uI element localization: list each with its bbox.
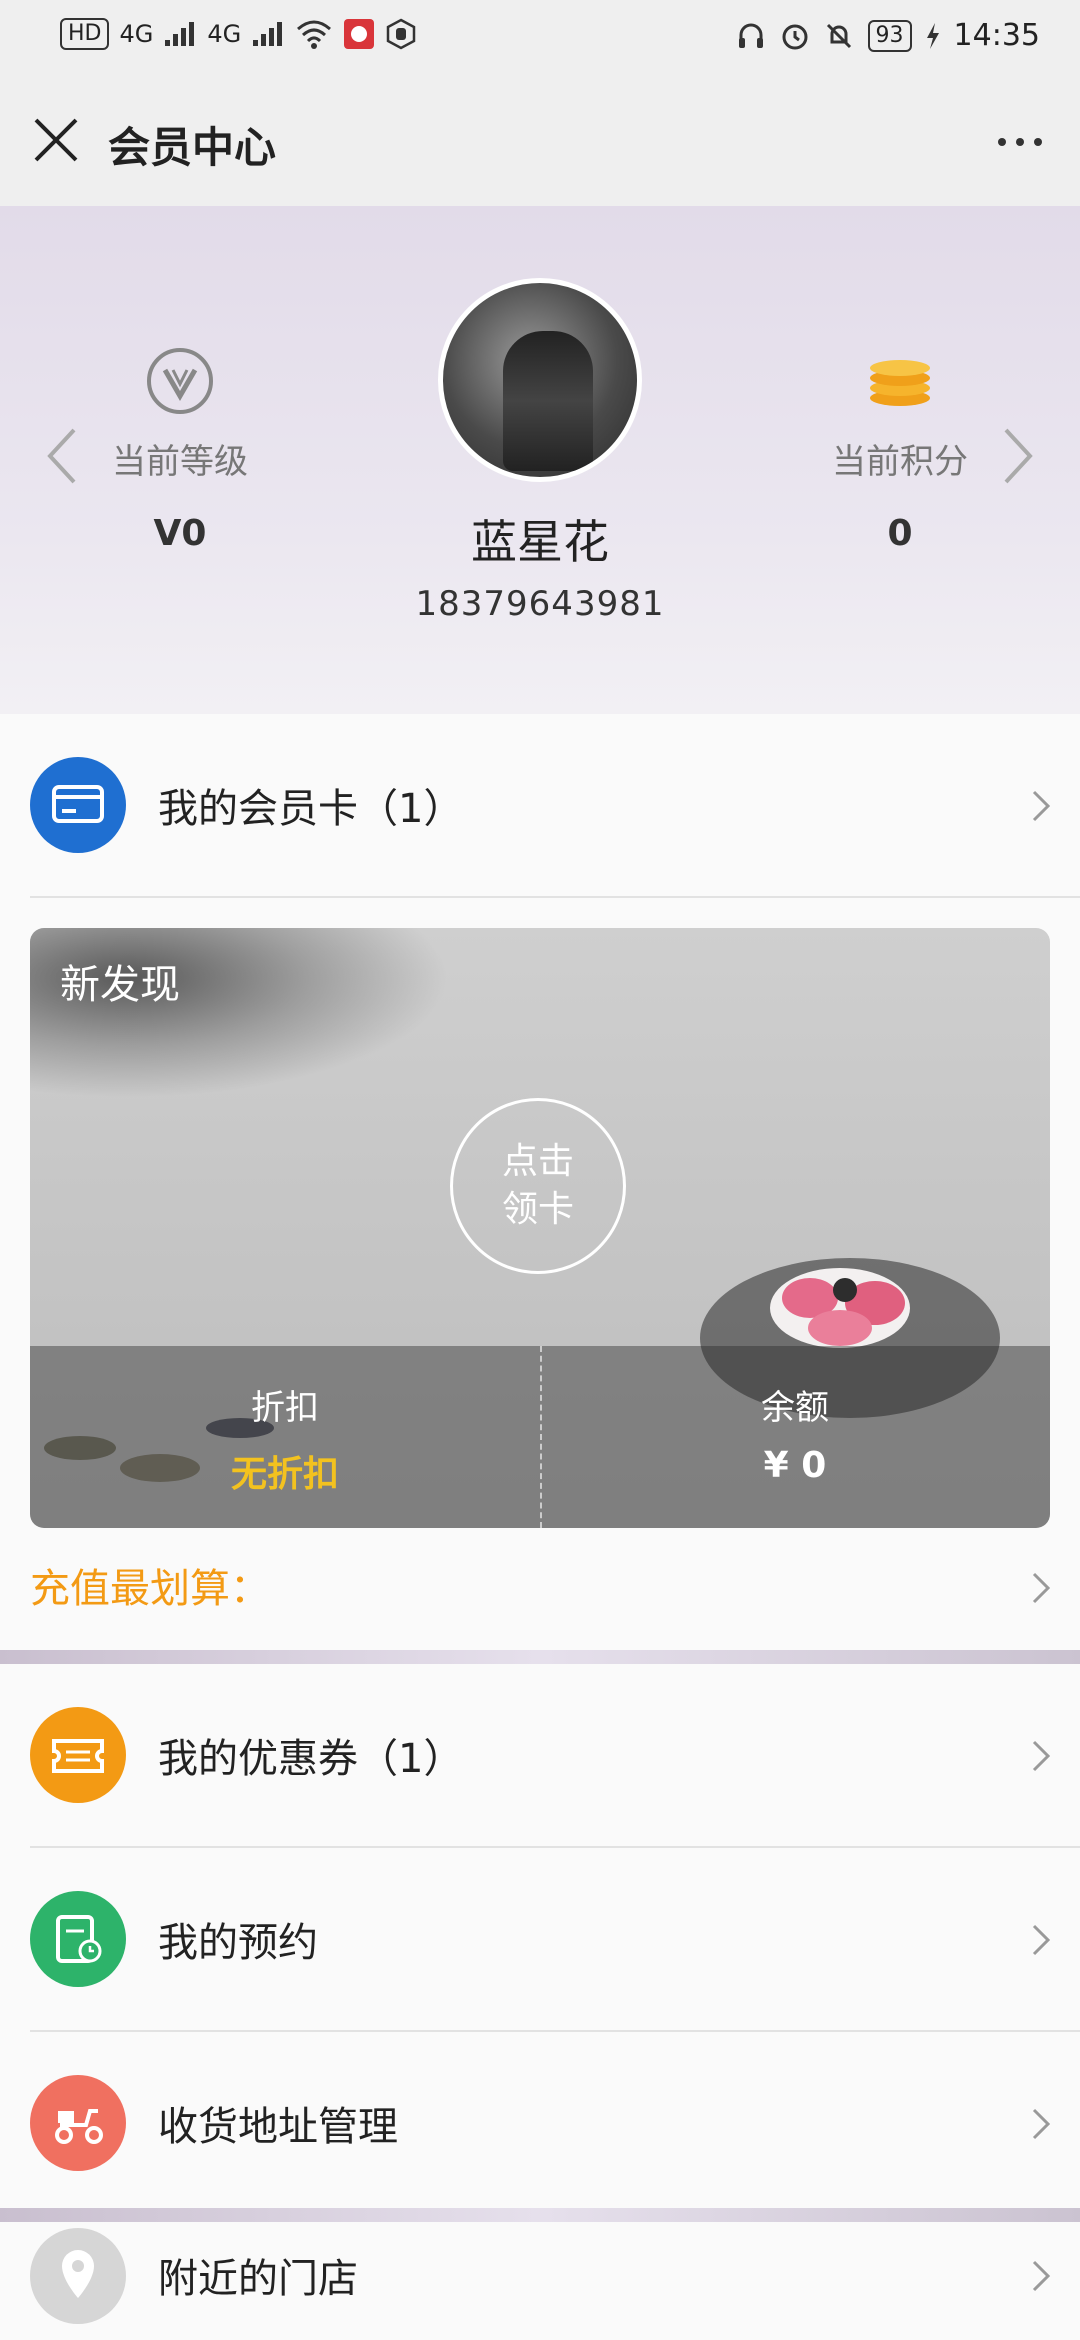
close-icon[interactable] (28, 112, 84, 168)
points-label: 当前积分 (832, 442, 968, 482)
page-title: 会员中心 (108, 123, 277, 172)
section-separator (0, 2208, 1080, 2222)
delivery-scooter-icon (30, 2075, 126, 2171)
menu-item-nearby-stores[interactable]: 附近的门店 (0, 2222, 1080, 2340)
more-dot (1034, 138, 1042, 146)
more-options-button[interactable] (990, 124, 1050, 160)
member-card-label: 我的会员卡（1） (158, 786, 464, 832)
avatar[interactable] (438, 278, 642, 482)
chevron-right-icon (1032, 2108, 1051, 2140)
vip-level-icon (147, 348, 213, 414)
current-points[interactable]: 当前积分 0 (790, 346, 1010, 554)
card-title: 新发现 (60, 962, 180, 1008)
location-pin-icon (30, 2228, 126, 2324)
balance-block: 余额 ¥ 0 (540, 1346, 1050, 1528)
hand-icon (386, 18, 416, 50)
clock-time: 14:35 (953, 18, 1040, 53)
battery-level: 93 (867, 19, 912, 52)
status-bar: HD 4G 4G 93 14:35 (0, 0, 1080, 74)
headphones-icon (738, 23, 763, 48)
recharge-promo-link[interactable]: 充值最划算： (30, 1556, 270, 1614)
balance-value: ¥ 0 (763, 1445, 827, 1486)
chevron-right-icon (1032, 2260, 1051, 2292)
member-card-icon (30, 757, 126, 853)
charging-icon (926, 22, 939, 49)
more-dot (1016, 138, 1024, 146)
discount-label: 折扣 (251, 1388, 319, 1428)
menu-item-address[interactable]: 收货地址管理 (0, 2032, 1080, 2214)
title-bar: 会员中心 (0, 74, 1080, 206)
divider (30, 896, 1080, 898)
member-card-banner[interactable]: 新发现 点击 领卡 折扣 无折扣 余额 ¥ 0 (30, 928, 1050, 1528)
chevron-right-icon (1032, 1924, 1051, 1956)
balance-label: 余额 (761, 1388, 829, 1428)
profile-header: 当前等级 V0 蓝星花 18379643981 当前积分 0 (0, 206, 1080, 714)
claim-card-button[interactable]: 点击 领卡 (450, 1098, 626, 1274)
alarm-icon (782, 24, 808, 49)
mute-bell-icon (826, 23, 851, 48)
hd-badge: HD (60, 18, 110, 50)
claim-line-1: 点击 (501, 1141, 574, 1182)
user-phone: 18379643981 (415, 584, 665, 624)
signal-icon (253, 22, 283, 46)
menu-item-appointments[interactable]: 我的预约 (0, 1848, 1080, 2030)
chevron-right-icon (1032, 1740, 1051, 1772)
coupon-icon (30, 1707, 126, 1803)
stores-label: 附近的门店 (158, 2256, 358, 2302)
store-section: 附近的门店 (0, 2222, 1080, 2340)
wifi-icon (297, 20, 332, 49)
app-notification-icon (344, 19, 375, 49)
services-section: 我的优惠券（1） 我的预约 收货地址管理 (0, 1664, 1080, 2208)
level-label: 当前等级 (112, 442, 248, 482)
section-separator (0, 1650, 1080, 1664)
chevron-right-icon (1032, 790, 1051, 822)
more-dot (998, 138, 1006, 146)
points-value: 0 (887, 513, 913, 554)
chevron-right-icon (1032, 1572, 1051, 1604)
menu-item-member-card[interactable]: 我的会员卡（1） (0, 714, 1080, 896)
network-4g-2: 4G (207, 20, 242, 48)
appointments-label: 我的预约 (158, 1920, 318, 1966)
claim-line-2: 领卡 (501, 1189, 574, 1230)
appointment-icon (30, 1891, 126, 1987)
coupons-label: 我的优惠券（1） (158, 1736, 464, 1782)
discount-value: 无折扣 (230, 1454, 339, 1495)
discount-block: 折扣 无折扣 (30, 1346, 540, 1528)
coins-icon (870, 360, 930, 406)
card-stats-bar: 折扣 无折扣 余额 ¥ 0 (30, 1346, 1050, 1528)
signal-icon (165, 22, 195, 46)
address-label: 收货地址管理 (158, 2104, 398, 2150)
network-4g-1: 4G (119, 20, 154, 48)
menu-item-coupons[interactable]: 我的优惠券（1） (0, 1664, 1080, 1846)
